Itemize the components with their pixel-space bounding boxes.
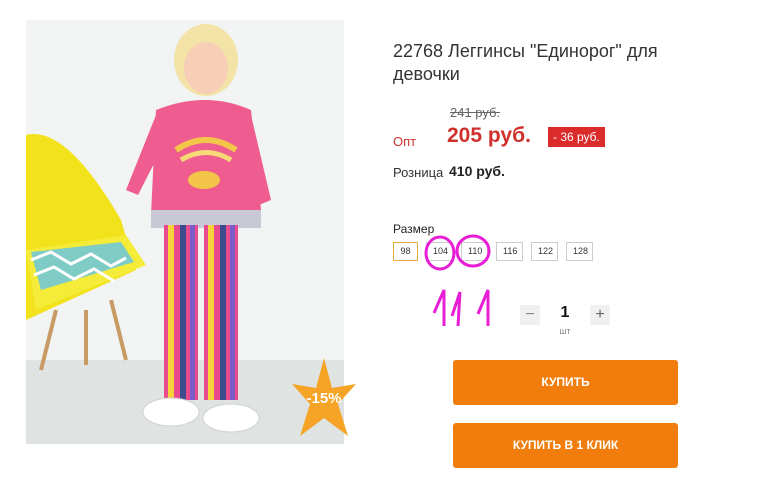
product-title: 22768 Леггинсы "Единорог" для девочки (393, 41, 658, 84)
size-option-98[interactable]: 98 (393, 242, 418, 261)
quantity-increase-button[interactable]: + (590, 305, 610, 325)
retail-price: 410 руб. (449, 163, 505, 179)
size-option-104[interactable]: 104 (426, 242, 453, 261)
wholesale-price: 205 руб. (447, 124, 531, 147)
quantity-decrease-button[interactable]: − (520, 305, 540, 325)
size-option-116[interactable]: 116 (496, 242, 523, 261)
old-price: 241 руб. (450, 105, 501, 120)
wholesale-label: Опт (393, 134, 417, 149)
savings-badge: - 36 руб. (548, 127, 605, 147)
size-option-122[interactable]: 122 (531, 242, 558, 261)
buy-one-click-button[interactable]: КУПИТЬ В 1 КЛИК (453, 423, 678, 468)
quantity-value[interactable]: 1 (555, 304, 575, 322)
size-option-110[interactable]: 110 (461, 242, 488, 261)
product-page: -15% 22768 Леггинсы "Единорог" для девоч… (0, 0, 764, 478)
size-option-128[interactable]: 128 (566, 242, 593, 261)
size-label: Размер (393, 222, 435, 236)
size-selector: 98 104 110 116 122 128 (393, 242, 593, 261)
retail-label: Розница (393, 165, 444, 180)
discount-badge: -15% (306, 390, 342, 407)
quantity-unit: шт (559, 326, 571, 336)
buy-button[interactable]: КУПИТЬ (453, 360, 678, 405)
